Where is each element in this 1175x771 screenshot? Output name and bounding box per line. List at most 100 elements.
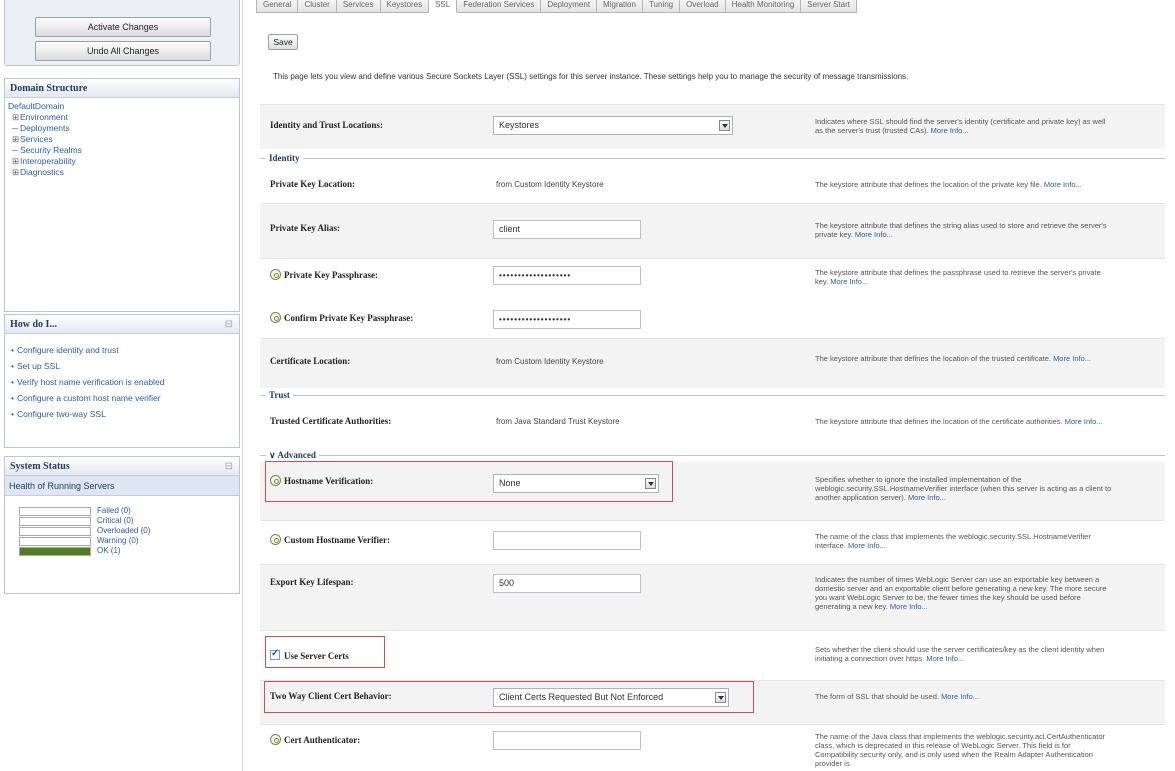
tab-server-start[interactable]: Server Start	[801, 0, 857, 13]
more-info-link[interactable]: More Info...	[1065, 417, 1103, 426]
gear-icon	[270, 734, 281, 745]
field-label: Export Key Lifespan:	[270, 577, 354, 587]
dropdown-arrow-icon[interactable]	[645, 478, 656, 489]
row-confirm-passphrase: Confirm Private Key Passphrase: ••••••••…	[260, 302, 1165, 338]
expand-icon[interactable]: ⊞	[12, 112, 20, 123]
field-label: Private Key Location:	[270, 179, 355, 189]
domain-structure-panel: Domain Structure DefaultDomain ⊞Environm…	[4, 78, 240, 312]
field-label: Custom Hostname Verifier:	[270, 534, 390, 545]
status-row-critical[interactable]: Critical (0)	[19, 516, 239, 526]
dropdown-arrow-icon[interactable]	[719, 120, 730, 131]
change-center-panel: Activate Changes Undo All Changes	[4, 0, 240, 66]
tab-services[interactable]: Services	[336, 0, 381, 13]
tab-cluster[interactable]: Cluster	[298, 0, 337, 13]
tab-health-monitoring[interactable]: Health Monitoring	[725, 0, 802, 13]
tab-migration[interactable]: Migration	[597, 0, 643, 13]
hostname-verification-select[interactable]: None	[493, 474, 659, 493]
row-private-key-alias: Private Key Alias: client The keystore a…	[260, 203, 1165, 258]
section-identity: Identity	[260, 153, 1165, 163]
field-label: Private Key Passphrase:	[270, 269, 378, 280]
more-info-link[interactable]: More Info...	[848, 541, 886, 550]
tree-root[interactable]: DefaultDomain	[8, 101, 239, 112]
field-label: Hostname Verification:	[270, 475, 373, 486]
export-key-lifespan-input[interactable]: 500	[493, 574, 641, 593]
tab-keystores[interactable]: Keystores	[380, 0, 430, 13]
expand-icon[interactable]: ⊞	[12, 156, 20, 167]
collapse-icon[interactable]: ⊟	[225, 315, 233, 334]
howto-link[interactable]: Configure two-way SSL	[11, 406, 239, 422]
more-info-link[interactable]: More Info...	[931, 126, 969, 135]
section-advanced[interactable]: ∨ Advanced	[260, 450, 1165, 460]
row-cert-authenticator: Cert Authenticator: The name of the Java…	[260, 724, 1165, 771]
tab-overload[interactable]: Overload	[680, 0, 726, 13]
status-row-warning[interactable]: Warning (0)	[19, 536, 239, 546]
gear-icon	[270, 475, 281, 486]
tree-item-interoperability[interactable]: ⊞Interoperability	[8, 156, 239, 167]
more-info-link[interactable]: More Info...	[830, 277, 868, 286]
field-description: The keystore attribute that defines the …	[815, 354, 1091, 363]
row-trusted-ca: Trusted Certificate Authorities: from Ja…	[260, 402, 1165, 446]
identity-trust-select[interactable]: Keystores	[493, 116, 733, 135]
row-certificate-location: Certificate Location: from Custom Identi…	[260, 338, 1165, 388]
undo-all-changes-button[interactable]: Undo All Changes	[35, 41, 211, 61]
tab-deployment[interactable]: Deployment	[541, 0, 598, 13]
field-description: Indicates the number of times WebLogic S…	[815, 575, 1107, 611]
gear-icon	[270, 269, 281, 280]
field-value: from Java Standard Trust Keystore	[496, 417, 620, 426]
gear-icon	[270, 312, 281, 323]
expand-icon[interactable]: ⊞	[12, 134, 20, 145]
status-row-overloaded[interactable]: Overloaded (0)	[19, 526, 239, 536]
tab-ssl[interactable]: SSL	[429, 0, 458, 13]
use-server-certs-checkbox[interactable]	[270, 648, 280, 660]
howto-link[interactable]: Configure a custom host name verifier	[11, 390, 239, 406]
status-row-ok[interactable]: OK (1)	[19, 546, 239, 556]
save-button[interactable]: Save	[268, 34, 298, 50]
row-hostname-verification: Hostname Verification: None Specifies wh…	[260, 462, 1165, 520]
tree-item-services[interactable]: ⊞Services	[8, 134, 239, 145]
field-label: Two Way Client Cert Behavior:	[270, 691, 392, 701]
field-label: Trusted Certificate Authorities:	[270, 416, 392, 426]
gear-icon	[270, 534, 281, 545]
collapse-icon[interactable]: ⊟	[225, 457, 233, 476]
field-label: Private Key Alias:	[270, 223, 340, 233]
tab-federation-services[interactable]: Federation Services	[457, 0, 542, 13]
tree-item-environment[interactable]: ⊞Environment	[8, 112, 239, 123]
howto-link[interactable]: Verify host name verification is enabled	[11, 374, 239, 390]
more-info-link[interactable]: More Info...	[855, 230, 893, 239]
confirm-passphrase-input[interactable]: •••••••••••••••••••	[493, 310, 641, 329]
two-way-cert-select[interactable]: Client Certs Requested But Not Enforced	[493, 688, 729, 707]
tree-item-deployments[interactable]: ─ Deployments	[8, 123, 239, 134]
tree-item-security-realms[interactable]: ─ Security Realms	[8, 145, 239, 156]
system-status-panel: System Status ⊟ Health of Running Servers…	[4, 456, 240, 594]
field-description: Sets whether the client should use the s…	[815, 645, 1105, 663]
activate-changes-button[interactable]: Activate Changes	[35, 17, 211, 37]
howto-link[interactable]: Configure identity and trust	[11, 342, 239, 358]
tree-connector-icon: ─	[12, 145, 19, 155]
tab-general[interactable]: General	[256, 0, 299, 13]
tree-item-diagnostics[interactable]: ⊞Diagnostics	[8, 167, 239, 178]
more-info-link[interactable]: More Info...	[908, 493, 946, 502]
private-key-alias-input[interactable]: client	[493, 220, 641, 239]
more-info-link[interactable]: More Info...	[941, 692, 979, 701]
tab-tuning[interactable]: Tuning	[642, 0, 681, 13]
field-description: The keystore attribute that defines the …	[815, 268, 1101, 286]
more-info-link[interactable]: More Info...	[1053, 354, 1091, 363]
more-info-link[interactable]: More Info...	[926, 654, 964, 663]
more-info-link[interactable]: More Info...	[890, 602, 928, 611]
field-description: The keystore attribute that defines the …	[815, 417, 1103, 426]
field-description: The name of the class that implements th…	[815, 532, 1091, 550]
custom-hostname-verifier-input[interactable]	[493, 531, 641, 550]
status-row-failed[interactable]: Failed (0)	[19, 506, 239, 516]
field-description: The keystore attribute that defines the …	[815, 221, 1107, 239]
expand-icon[interactable]: ⊞	[12, 167, 20, 178]
field-description: The keystore attribute that defines the …	[815, 180, 1082, 189]
left-sidebar: Activate Changes Undo All Changes Domain…	[0, 0, 243, 771]
field-label: Certificate Location:	[270, 356, 351, 366]
how-do-i-panel: How do I...⊟ Configure identity and trus…	[4, 314, 240, 448]
field-label: Cert Authenticator:	[270, 734, 360, 745]
private-key-passphrase-input[interactable]: •••••••••••••••••••	[493, 266, 641, 285]
cert-authenticator-input[interactable]	[493, 731, 641, 750]
dropdown-arrow-icon[interactable]	[715, 692, 726, 703]
howto-link[interactable]: Set up SSL	[11, 358, 239, 374]
more-info-link[interactable]: More Info...	[1044, 180, 1082, 189]
